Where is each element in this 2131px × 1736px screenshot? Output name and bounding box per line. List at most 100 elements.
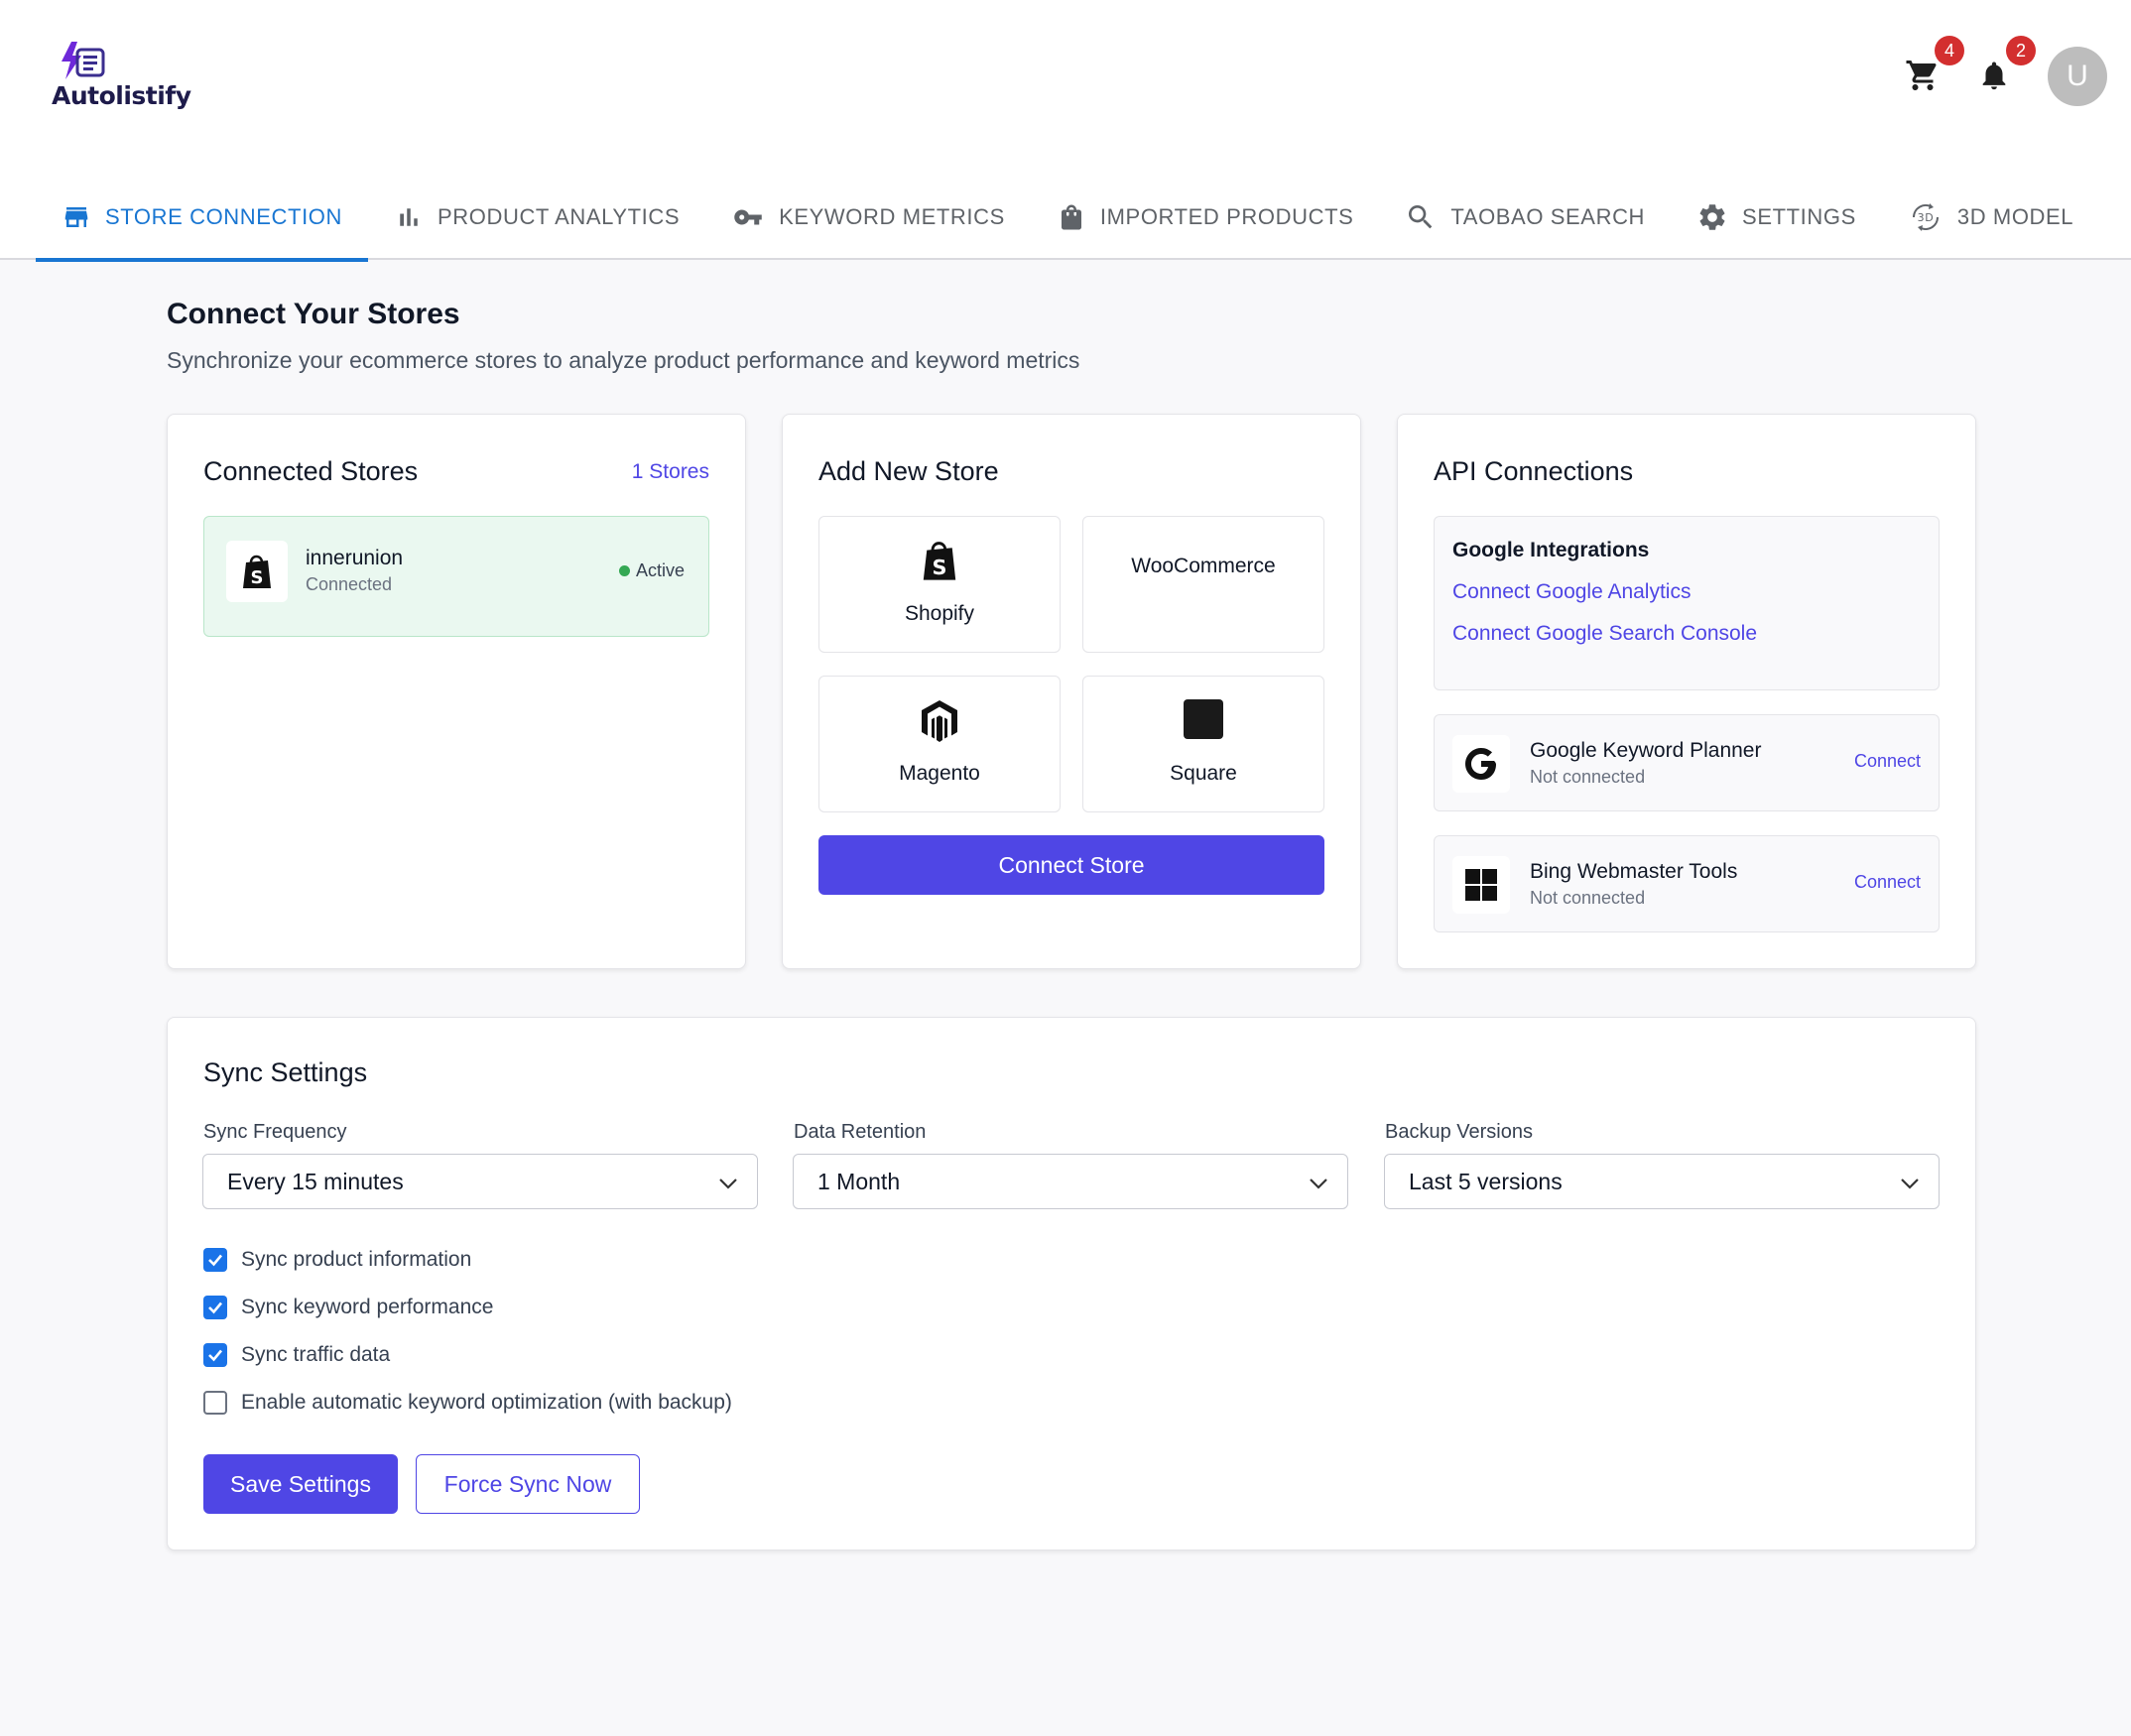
- connect-bing-webmaster-tools-link[interactable]: Connect: [1854, 872, 1921, 893]
- select-value: Every 15 minutes: [227, 1168, 404, 1194]
- app-logo[interactable]: Autolistify: [52, 40, 191, 119]
- store-active-indicator: Active: [618, 560, 685, 581]
- checkbox-label: Sync traffic data: [241, 1343, 391, 1366]
- card-title: API Connections: [1434, 456, 1634, 486]
- store-state: Active: [635, 560, 685, 580]
- checkbox-checked-icon: [203, 1248, 227, 1272]
- connect-google-keyword-planner-link[interactable]: Connect: [1854, 751, 1921, 772]
- data-retention-select[interactable]: 1 Month: [793, 1154, 1348, 1209]
- tab-store-connection[interactable]: STORE CONNECTION: [36, 175, 368, 262]
- key-icon: [731, 202, 765, 232]
- chevron-down-icon: [1310, 1178, 1327, 1189]
- store-icon: [62, 202, 91, 232]
- bar-chart-icon: [394, 202, 424, 232]
- chevron-down-icon: [719, 1178, 737, 1189]
- shopify-icon: S: [819, 539, 1060, 582]
- tab-taobao-search[interactable]: TAOBAO SEARCH: [1379, 175, 1671, 260]
- page-title: Connect Your Stores: [167, 298, 460, 330]
- svg-text:S: S: [251, 567, 264, 588]
- bell-icon: [1982, 62, 2006, 90]
- tab-3d-model[interactable]: 3D 3D MODEL: [1882, 175, 2099, 260]
- connect-google-search-console-link[interactable]: Connect Google Search Console: [1452, 622, 1757, 646]
- google-integrations-box: Google Integrations Connect Google Analy…: [1434, 516, 1940, 690]
- save-settings-button[interactable]: Save Settings: [203, 1454, 398, 1514]
- platform-magento[interactable]: Magento: [818, 676, 1061, 812]
- store-item[interactable]: S innerunion Connected Active: [203, 516, 709, 637]
- cart-count-badge: 4: [1935, 36, 1964, 65]
- sync-frequency-select[interactable]: Every 15 minutes: [202, 1154, 758, 1209]
- google-integrations-title: Google Integrations: [1452, 539, 1650, 561]
- platform-label: Square: [1170, 762, 1237, 785]
- sync-traffic-data-checkbox[interactable]: Sync traffic data: [203, 1343, 390, 1367]
- svg-text:3D: 3D: [1918, 211, 1935, 224]
- tab-label: KEYWORD METRICS: [779, 204, 1005, 229]
- tab-label: PRODUCT ANALYTICS: [438, 204, 681, 229]
- checkbox-checked-icon: [203, 1343, 227, 1367]
- shopify-icon: S: [226, 541, 288, 602]
- notifications-button[interactable]: 2: [1966, 36, 2036, 103]
- tab-imported-products[interactable]: IMPORTED PRODUCTS: [1031, 175, 1379, 260]
- checkbox-label: Enable automatic keyword optimization (w…: [241, 1391, 732, 1414]
- tab-label: TAOBAO SEARCH: [1450, 204, 1646, 229]
- logo-icon: [62, 42, 105, 79]
- sync-frequency-label: Sync Frequency: [203, 1121, 347, 1143]
- checkbox-checked-icon: [203, 1296, 227, 1319]
- api-status: Not connected: [1530, 888, 1646, 908]
- checkbox-unchecked-icon: [203, 1391, 227, 1415]
- backup-versions-select[interactable]: Last 5 versions: [1384, 1154, 1940, 1209]
- tab-settings[interactable]: SETTINGS: [1671, 175, 1882, 260]
- checkbox-label: Sync keyword performance: [241, 1296, 494, 1318]
- checkbox-label: Sync product information: [241, 1248, 472, 1271]
- gear-icon: [1696, 201, 1728, 233]
- platform-label: Magento: [899, 762, 980, 785]
- 3d-rotation-icon: 3D: [1908, 199, 1943, 235]
- svg-text:S: S: [932, 556, 946, 579]
- connect-google-analytics-link[interactable]: Connect Google Analytics: [1452, 580, 1691, 604]
- platform-label: Shopify: [904, 602, 975, 625]
- platform-label: WooCommerce: [1131, 555, 1276, 577]
- data-retention-label: Data Retention: [794, 1121, 927, 1143]
- api-row-google-keyword-planner: Google Keyword Planner Not connected Con…: [1434, 714, 1940, 811]
- sync-keyword-performance-checkbox[interactable]: Sync keyword performance: [203, 1296, 493, 1319]
- platform-square[interactable]: Square: [1082, 676, 1324, 812]
- tab-label: STORE CONNECTION: [105, 204, 342, 229]
- select-value: Last 5 versions: [1409, 1168, 1563, 1194]
- api-name: Bing Webmaster Tools: [1530, 860, 1738, 883]
- api-status: Not connected: [1530, 767, 1646, 787]
- notifications-count-badge: 2: [2006, 36, 2036, 65]
- tab-product-analytics[interactable]: PRODUCT ANALYTICS: [368, 175, 705, 260]
- chevron-down-icon: [1901, 1178, 1919, 1189]
- shopping-bag-icon: [1057, 202, 1086, 232]
- platform-woocommerce[interactable]: WooCommerce: [1082, 516, 1324, 653]
- backup-versions-label: Backup Versions: [1385, 1121, 1533, 1143]
- cart-button[interactable]: 4: [1895, 36, 1964, 103]
- card-title: Add New Store: [818, 456, 999, 486]
- app-header: Autolistify 4 2 U STORE CONNECTION PRODU…: [0, 0, 2131, 262]
- api-connections-card: API Connections Google Integrations Conn…: [1397, 414, 1976, 969]
- tab-keyword-metrics[interactable]: KEYWORD METRICS: [705, 175, 1031, 260]
- tab-label: 3D MODEL: [1956, 204, 2074, 229]
- store-connection-status: Connected: [306, 574, 393, 594]
- square-icon: [1083, 698, 1323, 740]
- user-avatar[interactable]: U: [2048, 47, 2107, 106]
- store-name: innerunion: [306, 547, 404, 569]
- select-value: 1 Month: [817, 1168, 901, 1194]
- auto-keyword-optimization-checkbox[interactable]: Enable automatic keyword optimization (w…: [203, 1391, 732, 1415]
- google-icon: [1452, 735, 1510, 793]
- main-tabs: STORE CONNECTION PRODUCT ANALYTICS KEYWO…: [36, 175, 2099, 262]
- magento-icon: [819, 698, 1060, 744]
- platform-shopify[interactable]: S Shopify: [818, 516, 1061, 653]
- connected-stores-card: Connected Stores 1 Stores S innerunion C…: [167, 414, 746, 969]
- force-sync-button[interactable]: Force Sync Now: [416, 1454, 640, 1514]
- card-title: Connected Stores: [203, 456, 419, 486]
- cart-icon: [1906, 61, 1937, 90]
- tab-label: IMPORTED PRODUCTS: [1099, 204, 1354, 229]
- tab-label: SETTINGS: [1742, 204, 1856, 229]
- add-store-card: Add New Store S Shopify WooCommerce Mage…: [782, 414, 1361, 969]
- connect-store-button[interactable]: Connect Store: [818, 835, 1324, 895]
- sync-product-information-checkbox[interactable]: Sync product information: [203, 1248, 471, 1272]
- status-dot: [618, 565, 630, 576]
- page-subtitle: Synchronize your ecommerce stores to ana…: [167, 347, 1080, 373]
- search-icon: [1405, 201, 1437, 233]
- api-name: Google Keyword Planner: [1530, 739, 1762, 762]
